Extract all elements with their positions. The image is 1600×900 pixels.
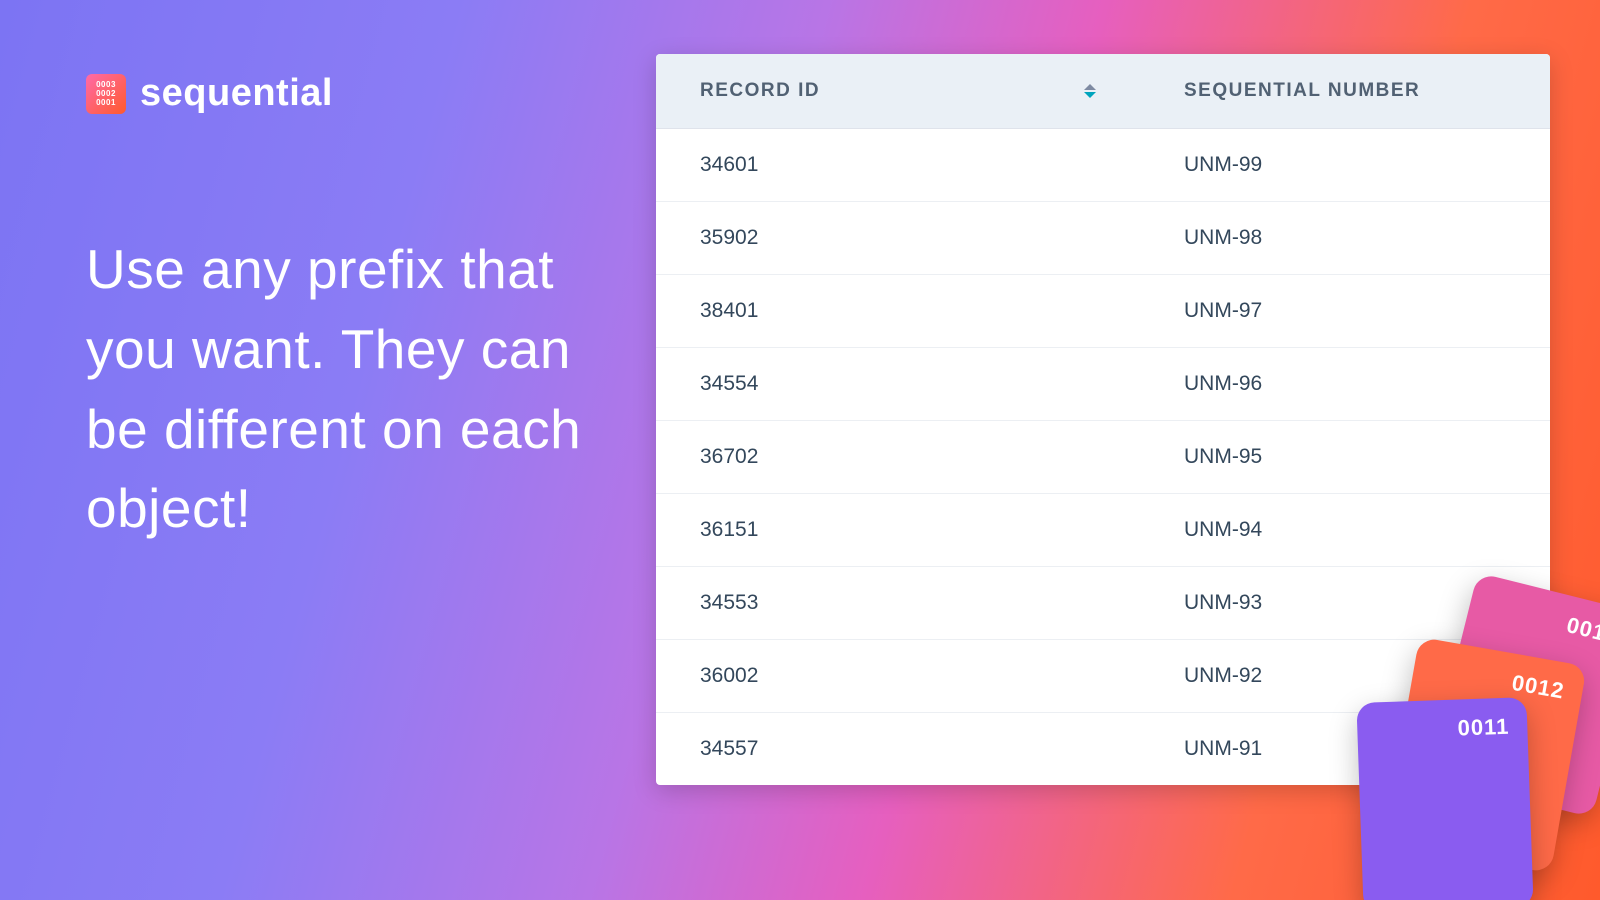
cell-sequential-number: UNM-91 [1140,713,1550,785]
promo-slide: 0003 0002 0001 sequential Use any prefix… [0,0,1600,900]
data-table: RECORD ID SEQUENTIAL NUMBER 34601UNM-993… [656,54,1550,785]
cell-sequential-number: UNM-95 [1140,421,1550,493]
cell-record-id: 36002 [656,640,1140,712]
brand-logo: 0003 0002 0001 sequential [86,72,333,115]
column-header-sequential-number[interactable]: SEQUENTIAL NUMBER [1140,54,1550,128]
cell-record-id: 34553 [656,567,1140,639]
table-row[interactable]: 35902UNM-98 [656,202,1550,275]
table-row[interactable]: 38401UNM-97 [656,275,1550,348]
logo-text: sequential [140,72,333,115]
table-header-row: RECORD ID SEQUENTIAL NUMBER [656,54,1550,129]
column-header-record-id[interactable]: RECORD ID [656,54,1140,128]
cell-sequential-number: UNM-98 [1140,202,1550,274]
logo-icon-line: 0002 [96,90,116,98]
table-row[interactable]: 36702UNM-95 [656,421,1550,494]
table-body: 34601UNM-9935902UNM-9838401UNM-9734554UN… [656,129,1550,785]
column-header-label: SEQUENTIAL NUMBER [1184,80,1420,102]
table-row[interactable]: 34554UNM-96 [656,348,1550,421]
column-header-label: RECORD ID [700,80,820,102]
cell-sequential-number: UNM-92 [1140,640,1550,712]
sort-up-icon [1084,84,1096,90]
table-row[interactable]: 36151UNM-94 [656,494,1550,567]
cell-record-id: 36151 [656,494,1140,566]
cell-record-id: 35902 [656,202,1140,274]
cell-sequential-number: UNM-93 [1140,567,1550,639]
sort-icon[interactable] [1084,84,1096,98]
logo-icon-line: 0001 [96,99,116,107]
cell-sequential-number: UNM-96 [1140,348,1550,420]
sort-down-icon [1084,92,1096,98]
logo-icon: 0003 0002 0001 [86,74,126,114]
cell-record-id: 34601 [656,129,1140,201]
cell-sequential-number: UNM-99 [1140,129,1550,201]
cell-record-id: 36702 [656,421,1140,493]
cell-sequential-number: UNM-94 [1140,494,1550,566]
headline-text: Use any prefix that you want. They can b… [86,230,626,549]
table-row[interactable]: 34557UNM-91 [656,713,1550,785]
cell-sequential-number: UNM-97 [1140,275,1550,347]
table-row[interactable]: 34553UNM-93 [656,567,1550,640]
logo-icon-line: 0003 [96,81,116,89]
cell-record-id: 38401 [656,275,1140,347]
table-row[interactable]: 36002UNM-92 [656,640,1550,713]
table-row[interactable]: 34601UNM-99 [656,129,1550,202]
cell-record-id: 34554 [656,348,1140,420]
cell-record-id: 34557 [656,713,1140,785]
